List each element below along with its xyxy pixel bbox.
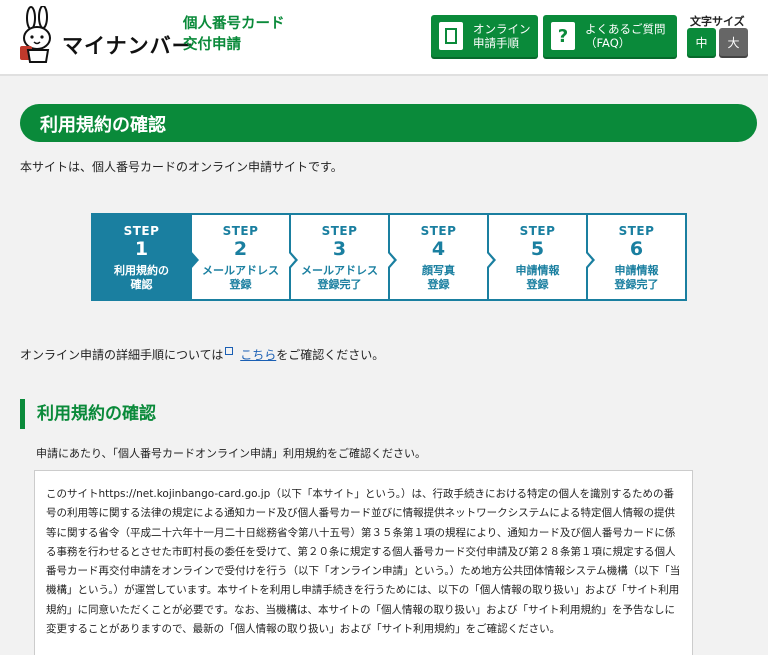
- step-number: 2: [233, 238, 248, 260]
- step-name-line2: 登録: [526, 278, 549, 291]
- step-name: 顔写真 登録: [390, 264, 487, 292]
- step-3: STEP 3 メールアドレス 登録完了: [291, 215, 397, 299]
- online-procedure-line1: オンライン: [473, 22, 531, 36]
- step-name: 利用規約の 確認: [93, 264, 190, 292]
- detail-text-before: オンライン申請の詳細手順については: [20, 348, 224, 362]
- page-title: 利用規約の確認: [40, 115, 166, 136]
- step-number: 4: [431, 238, 446, 260]
- step-arrow-inner: [487, 253, 493, 267]
- mynumber-rabbit-logo[interactable]: [18, 6, 64, 64]
- step-name-line2: 確認: [130, 278, 153, 291]
- online-procedure-line2: 申請手順: [473, 36, 519, 50]
- terms-scroll-box[interactable]: このサイトhttps://net.kojinbango-card.go.jp（以…: [34, 470, 693, 655]
- step-name-line1: メールアドレス: [202, 264, 279, 277]
- step-name-line1: 顔写真: [422, 264, 455, 277]
- section-subtext: 申請にあたり、「個人番号カードオンライン申請」利用規約をご確認ください。: [36, 447, 427, 460]
- step-number: 6: [629, 238, 644, 260]
- faq-line1: よくあるご質問: [585, 22, 666, 36]
- detail-text-after: をご確認ください。: [276, 348, 385, 362]
- step-name-line2: 登録: [427, 278, 450, 291]
- step-2: STEP 2 メールアドレス 登録: [192, 215, 298, 299]
- step-5: STEP 5 申請情報 登録: [489, 215, 595, 299]
- font-size-large-button[interactable]: 大: [719, 28, 748, 56]
- external-link-icon: [225, 347, 234, 355]
- step-word: STEP: [519, 224, 556, 238]
- step-number: 5: [530, 238, 545, 260]
- detail-procedure-link[interactable]: こちら: [240, 348, 276, 362]
- step-arrow-inner: [289, 253, 295, 267]
- step-arrow-inner: [586, 253, 592, 267]
- step-name: 申請情報 登録完了: [588, 264, 685, 292]
- step-name: メールアドレス 登録: [192, 264, 289, 292]
- step-number: 1: [134, 238, 149, 260]
- service-name-line1: 個人番号カード: [183, 16, 285, 32]
- service-name: 個人番号カード 交付申請: [183, 14, 285, 56]
- section-heading: 利用規約の確認: [20, 399, 156, 429]
- step-word: STEP: [321, 224, 358, 238]
- detail-procedure-text: オンライン申請の詳細手順については こちらをご確認ください。: [20, 346, 384, 363]
- faq-label: よくあるご質問 （FAQ）: [585, 22, 666, 50]
- faq-line2: （FAQ）: [585, 36, 631, 50]
- step-progress: STEP 1 利用規約の 確認 STEP 2 メールアドレス 登録 STEP 3 メ…: [91, 213, 687, 301]
- step-number: 3: [332, 238, 347, 260]
- question-mark-icon: ?: [551, 22, 575, 50]
- step-name-line2: 登録: [229, 278, 252, 291]
- step-name-line1: メールアドレス: [301, 264, 378, 277]
- step-name-line2: 登録完了: [614, 278, 659, 291]
- step-word: STEP: [222, 224, 259, 238]
- step-name-line1: 申請情報: [515, 264, 560, 277]
- step-arrow-inner: [190, 253, 196, 267]
- step-name: メールアドレス 登録完了: [291, 264, 388, 292]
- step-arrow-inner: [388, 253, 394, 267]
- online-procedure-button[interactable]: オンライン 申請手順: [431, 15, 538, 57]
- step-word: STEP: [420, 224, 457, 238]
- online-procedure-label: オンライン 申請手順: [473, 22, 531, 50]
- step-name-line2: 登録完了: [317, 278, 362, 291]
- step-word: STEP: [618, 224, 655, 238]
- service-name-line2: 交付申請: [183, 37, 241, 53]
- font-size-label: 文字サイズ: [690, 15, 745, 28]
- intro-text: 本サイトは、個人番号カードのオンライン申請サイトです。: [20, 160, 343, 174]
- faq-button[interactable]: ? よくあるご質問 （FAQ）: [543, 15, 677, 57]
- step-name-line1: 申請情報: [614, 264, 659, 277]
- site-header: マイナンバー 個人番号カード 交付申請 オンライン 申請手順 ? よくあるご質問…: [0, 0, 768, 76]
- step-name: 申請情報 登録: [489, 264, 586, 292]
- page-title-bar: 利用規約の確認: [20, 104, 757, 142]
- step-1: STEP 1 利用規約の 確認: [93, 215, 199, 299]
- step-name-line1: 利用規約の: [114, 264, 169, 277]
- step-4: STEP 4 顔写真 登録: [390, 215, 496, 299]
- book-icon: [439, 22, 463, 50]
- logo-text[interactable]: マイナンバー: [62, 30, 194, 60]
- step-word: STEP: [123, 224, 160, 238]
- font-size-medium-button[interactable]: 中: [687, 28, 716, 56]
- step-6: STEP 6 申請情報 登録完了: [588, 215, 685, 299]
- terms-text: このサイトhttps://net.kojinbango-card.go.jp（以…: [46, 488, 681, 636]
